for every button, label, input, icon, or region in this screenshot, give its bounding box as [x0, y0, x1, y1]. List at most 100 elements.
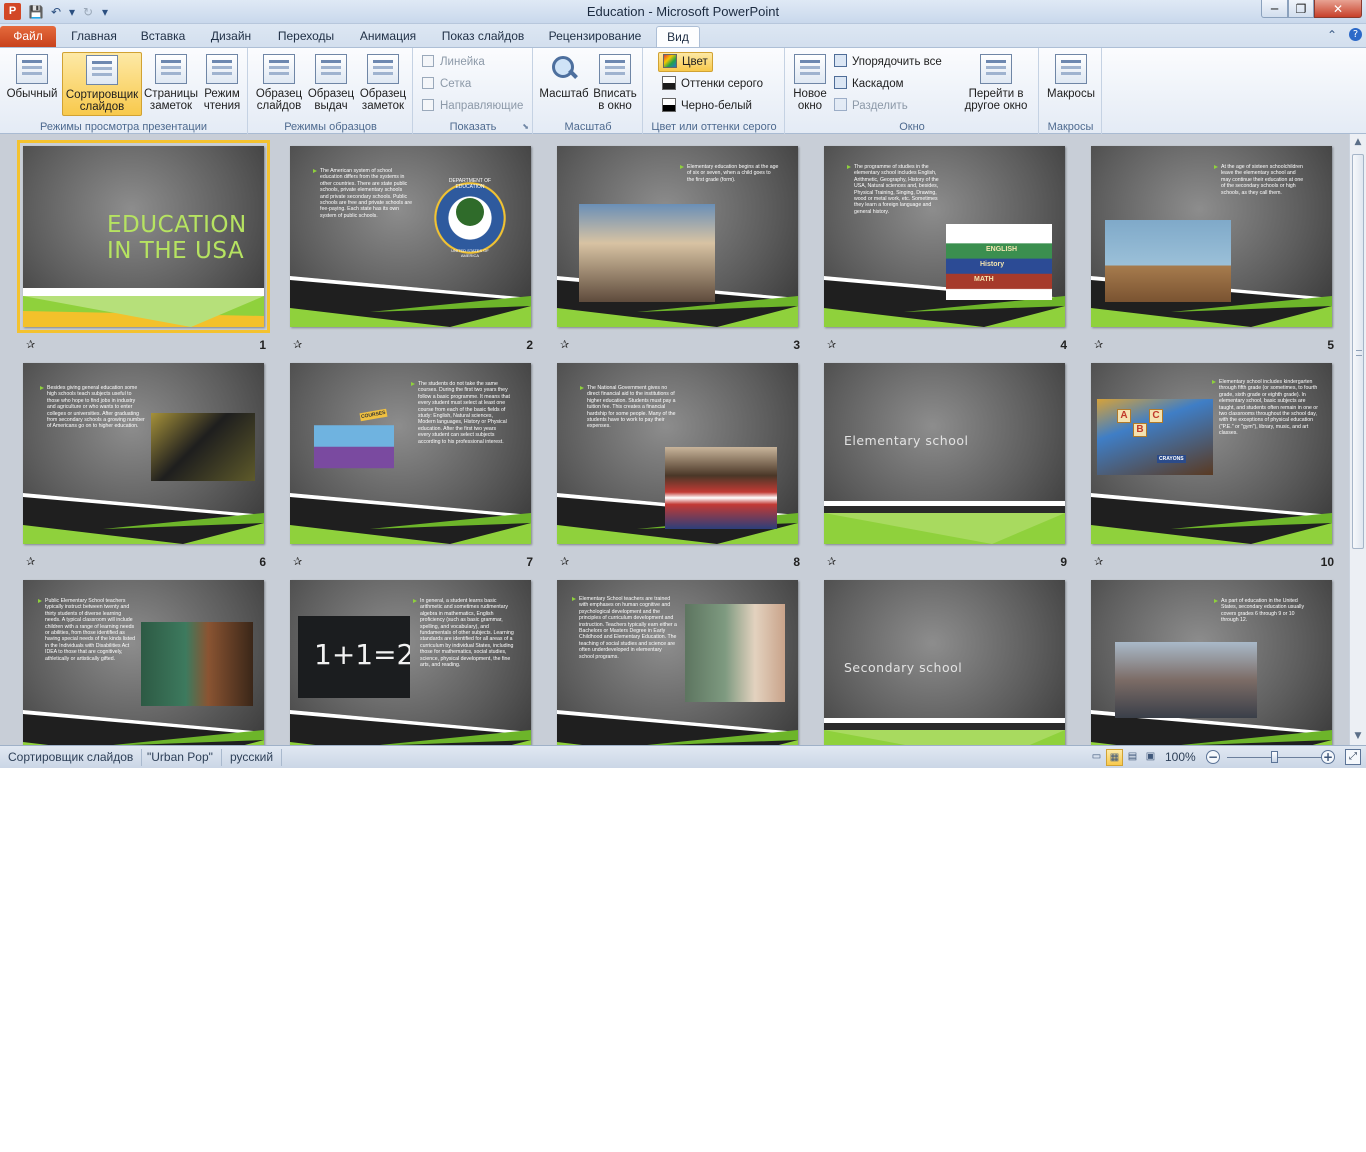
slide-sorter-icon [86, 55, 118, 85]
help-icon[interactable]: ? [1349, 28, 1362, 41]
slide-canvas[interactable]: 1+1=2 In general, a student learns basic … [290, 580, 531, 745]
fit-slide-icon[interactable]: ⤢ [1345, 749, 1361, 765]
animation-star-icon[interactable]: ✰ [827, 556, 836, 567]
dialog-launcher-icon[interactable]: ⬊ [522, 122, 529, 131]
guides-checkbox[interactable]: Направляющие [422, 96, 523, 116]
color-button[interactable]: Цвет [658, 52, 713, 72]
books-clipart-image: ENGLISH History MATH [946, 224, 1052, 300]
tab-insert[interactable]: Вставка [132, 26, 194, 47]
tab-animation[interactable]: Анимация [350, 26, 426, 47]
status-language[interactable]: русский [222, 749, 283, 766]
tab-slideshow[interactable]: Показ слайдов [432, 26, 534, 47]
scroll-down-icon[interactable]: ▼ [1350, 728, 1366, 745]
slide-thumbnail[interactable]: Elementary school ✰ 9 [824, 363, 1074, 569]
animation-star-icon[interactable]: ✰ [560, 339, 569, 350]
notes-page-button[interactable]: Страницы заметок [143, 52, 199, 116]
group-show: Линейка Сетка Направляющие Показать ⬊ [414, 48, 533, 134]
save-icon[interactable]: 💾 [28, 4, 44, 20]
maximize-button[interactable]: ❐ [1288, 0, 1314, 18]
arrange-all-button[interactable]: Упорядочить все [834, 52, 942, 72]
zoom-slider-thumb[interactable] [1271, 751, 1278, 763]
undo-dropdown-icon[interactable]: ▾ [68, 4, 76, 20]
scroll-thumb[interactable] [1352, 154, 1364, 549]
ruler-checkbox[interactable]: Линейка [422, 52, 485, 72]
slide-canvas[interactable]: A B C CRAYONS Elementary school includes kin… [1091, 363, 1332, 544]
slide-master-button[interactable]: Образец слайдов [253, 52, 305, 116]
cascade-button[interactable]: Каскадом [834, 74, 904, 94]
close-button[interactable]: ✕ [1314, 0, 1362, 18]
macros-button[interactable]: Макросы [1044, 52, 1098, 116]
animation-star-icon[interactable]: ✰ [26, 339, 35, 350]
tab-view[interactable]: Вид [656, 26, 700, 47]
group-presentation-views: Обычный Сортировщик слайдов Страницы зам… [0, 48, 248, 134]
normal-view-button[interactable]: Обычный [4, 52, 60, 116]
animation-star-icon[interactable]: ✰ [293, 339, 302, 350]
undo-icon[interactable]: ↶ [48, 4, 64, 20]
slide-thumbnail[interactable]: EDUCATION IN THE USA ✰ 1 [17, 140, 273, 352]
notes-master-button[interactable]: Образец заметок [357, 52, 409, 116]
animation-star-icon[interactable]: ✰ [827, 339, 836, 350]
status-theme[interactable]: "Urban Pop" [139, 749, 222, 766]
switch-window-button[interactable]: Перейти в другое окно [956, 52, 1036, 116]
tab-review[interactable]: Рецензирование [540, 26, 650, 47]
tab-file[interactable]: Файл [0, 26, 56, 47]
reading-view-button[interactable]: Режим чтения [200, 52, 244, 116]
handout-master-button[interactable]: Образец выдач [305, 52, 357, 116]
slide-thumbnail[interactable]: At the age of sixteen schoolchildren lea… [1091, 146, 1341, 352]
slide-thumbnail[interactable]: A B C CRAYONS Elementary school includes kin… [1091, 363, 1341, 569]
slideshow-view-icon[interactable]: ▣ [1142, 749, 1159, 766]
slide-thumbnail[interactable]: 1+1=2 In general, a student learns basic … [290, 580, 540, 745]
slide-thumbnail[interactable]: ENGLISH History MATH The programme of studi… [824, 146, 1074, 352]
slide-thumbnail[interactable]: As part of education in the United State… [1091, 580, 1341, 745]
slide-thumbnail[interactable]: The National Government gives no direct … [557, 363, 807, 569]
slide-thumbnail[interactable]: Besides giving general education some hi… [23, 363, 273, 569]
tab-design[interactable]: Дизайн [200, 26, 262, 47]
slide-thumbnail[interactable]: Elementary School teachers are trained w… [557, 580, 807, 745]
zoom-out-icon[interactable]: − [1206, 750, 1220, 764]
slide-sorter-view-icon[interactable]: ▦ [1106, 749, 1123, 766]
animation-star-icon[interactable]: ✰ [1094, 339, 1103, 350]
slide-thumbnail[interactable]: Public Elementary School teachers typica… [23, 580, 273, 745]
zoom-button[interactable]: Масштаб [538, 52, 590, 116]
minimize-button[interactable]: ─ [1261, 0, 1288, 18]
slide-canvas[interactable]: Elementary education begins at the age o… [557, 146, 798, 327]
fit-to-window-button[interactable]: Вписать в окно [590, 52, 640, 116]
slide-canvas[interactable]: Public Elementary School teachers typica… [23, 580, 264, 745]
grayscale-button[interactable]: Оттенки серого [662, 74, 763, 94]
slide-thumbnail[interactable]: Elementary education begins at the age o… [557, 146, 807, 352]
slide-canvas[interactable]: EDUCATION IN THE USA [17, 140, 270, 333]
slide-thumbnail[interactable]: DEPARTMENT OF EDUCATION UNITED STATES OF … [290, 146, 540, 352]
slide-sorter-button[interactable]: Сортировщик слайдов [62, 52, 142, 116]
slide-canvas[interactable]: Secondary school [824, 580, 1065, 745]
slide-canvas[interactable]: Besides giving general education some hi… [23, 363, 264, 544]
black-white-button[interactable]: Черно-белый [662, 96, 752, 116]
slide-canvas[interactable]: Elementary school [824, 363, 1065, 544]
reading-view-icon[interactable]: ▤ [1124, 749, 1141, 766]
powerpoint-logo-icon[interactable]: P [4, 3, 21, 20]
vertical-scrollbar[interactable]: ▲ ▼ [1349, 134, 1366, 745]
zoom-in-icon[interactable]: + [1321, 750, 1335, 764]
slide-canvas[interactable]: Elementary School teachers are trained w… [557, 580, 798, 745]
scroll-up-icon[interactable]: ▲ [1350, 134, 1366, 151]
slide-thumbnail[interactable]: Secondary school✰ [824, 580, 1074, 745]
animation-star-icon[interactable]: ✰ [293, 556, 302, 567]
customize-qat-icon[interactable]: ▾ [100, 4, 110, 20]
normal-view-icon[interactable]: ▭ [1088, 749, 1105, 766]
grid-checkbox[interactable]: Сетка [422, 74, 471, 94]
animation-star-icon[interactable]: ✰ [560, 556, 569, 567]
zoom-level[interactable]: 100% [1165, 750, 1196, 764]
tab-home[interactable]: Главная [62, 26, 126, 47]
tab-transitions[interactable]: Переходы [268, 26, 344, 47]
slide-canvas[interactable]: DEPARTMENT OF EDUCATION UNITED STATES OF … [290, 146, 531, 327]
slide-canvas[interactable]: The National Government gives no direct … [557, 363, 798, 544]
slide-canvas[interactable]: As part of education in the United State… [1091, 580, 1332, 745]
minimize-ribbon-icon[interactable]: ⌃ [1327, 28, 1337, 42]
new-window-button[interactable]: Новое окно [788, 52, 832, 116]
slide-thumbnail[interactable]: COURSES The students do not take the same… [290, 363, 540, 569]
slide-canvas[interactable]: COURSES The students do not take the same… [290, 363, 531, 544]
slide-canvas[interactable]: ENGLISH History MATH The programme of studi… [824, 146, 1065, 327]
animation-star-icon[interactable]: ✰ [26, 556, 35, 567]
slide-canvas[interactable]: At the age of sixteen schoolchildren lea… [1091, 146, 1332, 327]
slide-master-icon [263, 54, 295, 84]
animation-star-icon[interactable]: ✰ [1094, 556, 1103, 567]
